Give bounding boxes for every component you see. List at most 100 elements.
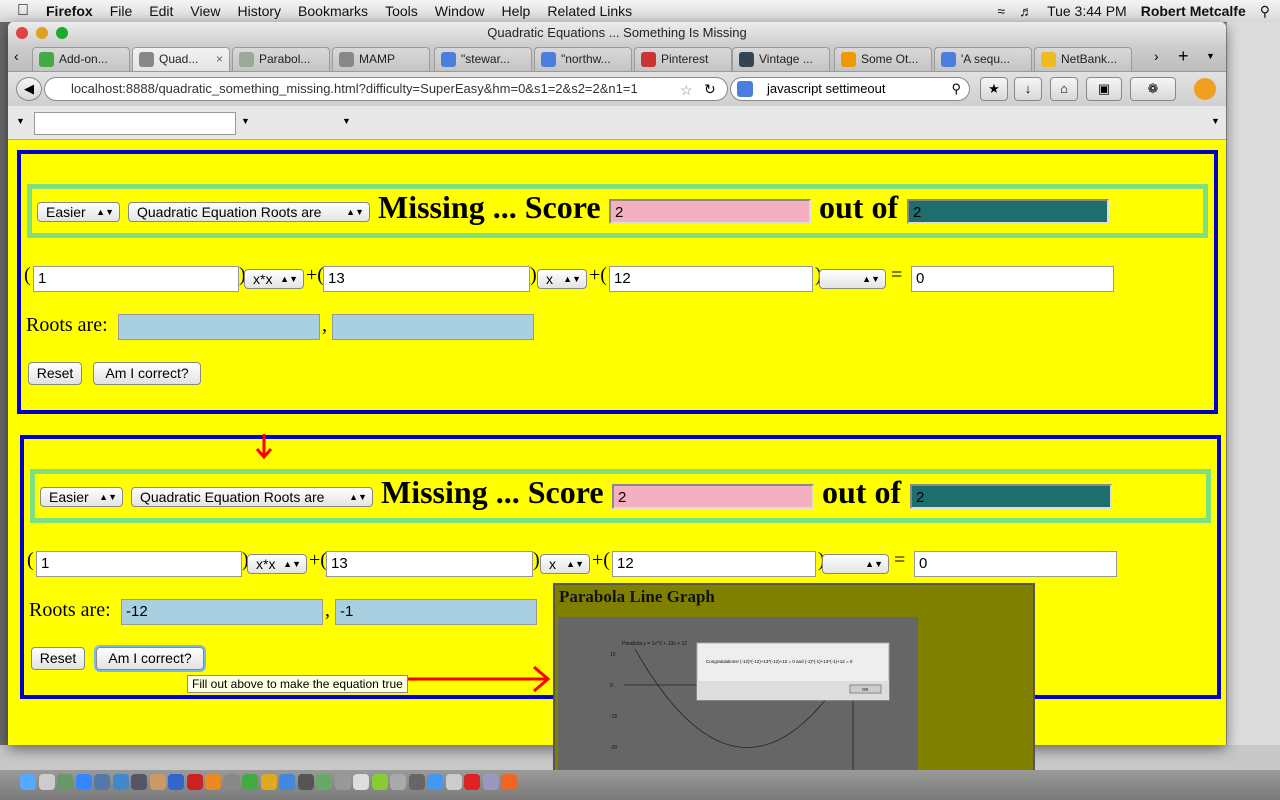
term3-select[interactable]: ▲▼ (822, 554, 889, 574)
reset-button[interactable]: Reset (31, 647, 85, 670)
reload-icon[interactable]: ↻ (704, 81, 716, 98)
menu-item[interactable]: Tools (385, 3, 418, 19)
back-button[interactable]: ◀ (16, 77, 42, 101)
tab[interactable]: "northw... (534, 47, 632, 71)
search-icon[interactable]: ⚲ (951, 78, 961, 100)
check-answer-button[interactable]: Am I correct? (96, 647, 204, 670)
dock-app-icon[interactable] (297, 774, 314, 790)
tab-scroll-right-icon[interactable]: › (1154, 48, 1159, 64)
search-bar[interactable]: javascript settimeout ⚲ (730, 77, 970, 101)
difficulty-select[interactable]: Easier ▲▼ (37, 202, 120, 222)
menu-item[interactable]: Edit (149, 3, 173, 19)
tab[interactable]: NetBank... (1034, 47, 1132, 71)
dock-app-icon[interactable] (464, 774, 480, 790)
dropdown-arrow-icon[interactable]: ▼ (1211, 116, 1220, 126)
url-bar[interactable]: localhost:8888/quadratic_something_missi… (44, 77, 728, 101)
root1-input[interactable]: -12 (121, 599, 323, 625)
dock-app-icon[interactable] (482, 774, 499, 790)
term2-select[interactable]: x ▲▼ (537, 269, 587, 289)
coefficient-b-input[interactable]: 13 (326, 551, 533, 577)
firebug-icon[interactable]: ❁ (1130, 77, 1176, 101)
tab-list-icon[interactable]: ▼ (1206, 51, 1215, 61)
close-tab-icon[interactable]: × (216, 48, 223, 70)
mode-select[interactable]: Quadratic Equation Roots are ▲▼ (128, 202, 370, 222)
extension-icon[interactable]: ★ (980, 77, 1008, 101)
rhs-input[interactable]: 0 (914, 551, 1117, 577)
download-icon[interactable]: ↓ (1014, 77, 1042, 101)
dock-app-icon[interactable] (223, 774, 240, 790)
tab[interactable]: Add-on... (32, 47, 130, 71)
root2-input[interactable] (332, 314, 534, 340)
check-answer-button[interactable]: Am I correct? (93, 362, 201, 385)
dock-app-icon[interactable] (112, 774, 129, 790)
dock-app-icon[interactable] (242, 774, 258, 790)
root2-input[interactable]: -1 (335, 599, 537, 625)
dock-app-icon[interactable] (501, 774, 517, 790)
apple-icon[interactable]:  (17, 2, 29, 20)
tab[interactable]: Quad... × (132, 47, 230, 71)
bookmark-star-icon[interactable]: ☆ (680, 82, 693, 99)
rhs-input[interactable]: 0 (911, 266, 1114, 292)
reset-button[interactable]: Reset (28, 362, 82, 385)
term3-select[interactable]: ▲▼ (819, 269, 886, 289)
out-of-field[interactable]: 2 (910, 484, 1112, 509)
coefficient-b-input[interactable]: 13 (323, 266, 530, 292)
menu-item[interactable]: Related Links (547, 3, 632, 19)
dock-app-icon[interactable] (279, 774, 295, 790)
menu-item[interactable]: Help (502, 3, 531, 19)
coefficient-a-input[interactable]: 1 (33, 266, 239, 292)
dock-app-icon[interactable] (75, 774, 92, 790)
dock-app-icon[interactable] (38, 774, 55, 790)
menu-item[interactable]: File (110, 3, 133, 19)
spotlight-icon[interactable]: ⚲ (1260, 3, 1270, 20)
minimize-window-button[interactable] (36, 27, 48, 39)
term1-select[interactable]: x*x ▲▼ (244, 269, 304, 289)
dock-app-icon[interactable] (57, 774, 73, 790)
tab[interactable]: Pinterest (634, 47, 732, 71)
coefficient-a-input[interactable]: 1 (36, 551, 242, 577)
root1-input[interactable] (118, 314, 320, 340)
dock-app-icon[interactable] (94, 774, 110, 790)
dock-app-icon[interactable] (353, 774, 369, 790)
menu-item[interactable]: Bookmarks (298, 3, 368, 19)
coefficient-c-input[interactable]: 12 (609, 266, 813, 292)
bookmarks-menu-icon[interactable]: ▣ (1086, 77, 1122, 101)
user-name[interactable]: Robert Metcalfe (1141, 3, 1246, 19)
clock[interactable]: Tue 3:44 PM (1047, 3, 1127, 19)
tab[interactable]: MAMP (332, 47, 430, 71)
dock-app-icon[interactable] (260, 774, 277, 790)
dock-app-icon[interactable] (186, 774, 203, 790)
dropdown-arrow-icon[interactable]: ▼ (16, 116, 25, 126)
dock-app-icon[interactable] (149, 774, 166, 790)
dock-app-icon[interactable] (390, 774, 406, 790)
tab[interactable]: Vintage ... (732, 47, 830, 71)
out-of-field[interactable]: 2 (907, 199, 1109, 224)
google-icon[interactable] (737, 81, 753, 97)
dock-app-icon[interactable] (334, 774, 351, 790)
term1-select[interactable]: x*x ▲▼ (247, 554, 307, 574)
menu-app[interactable]: Firefox (46, 3, 93, 19)
tab[interactable]: Parabol... (232, 47, 330, 71)
mode-select[interactable]: Quadratic Equation Roots are ▲▼ (131, 487, 373, 507)
tab-scroll-left-icon[interactable]: ‹ (14, 48, 19, 64)
dock-app-icon[interactable] (316, 774, 332, 790)
toolbar-select[interactable] (34, 112, 236, 135)
dropdown-arrow-icon[interactable]: ▼ (342, 116, 351, 126)
dock-app-icon[interactable] (131, 774, 147, 790)
volume-icon[interactable]: ♬ (1019, 3, 1033, 19)
dock-app-icon[interactable] (445, 774, 462, 790)
close-window-button[interactable] (16, 27, 28, 39)
score-field[interactable]: 2 (612, 484, 814, 509)
tab[interactable]: Some Ot... (834, 47, 932, 71)
wifi-icon[interactable]: ≈ (997, 3, 1005, 19)
difficulty-select[interactable]: Easier ▲▼ (40, 487, 123, 507)
term2-select[interactable]: x ▲▼ (540, 554, 590, 574)
menu-item[interactable]: View (190, 3, 220, 19)
dock-app-icon[interactable] (205, 774, 221, 790)
new-tab-icon[interactable]: + (1178, 46, 1189, 67)
zoom-window-button[interactable] (56, 27, 68, 39)
tab[interactable]: 'A sequ... (934, 47, 1032, 71)
home-icon[interactable]: ⌂ (1050, 77, 1078, 101)
tab[interactable]: "stewar... (434, 47, 532, 71)
dock-app-icon[interactable] (168, 774, 184, 790)
